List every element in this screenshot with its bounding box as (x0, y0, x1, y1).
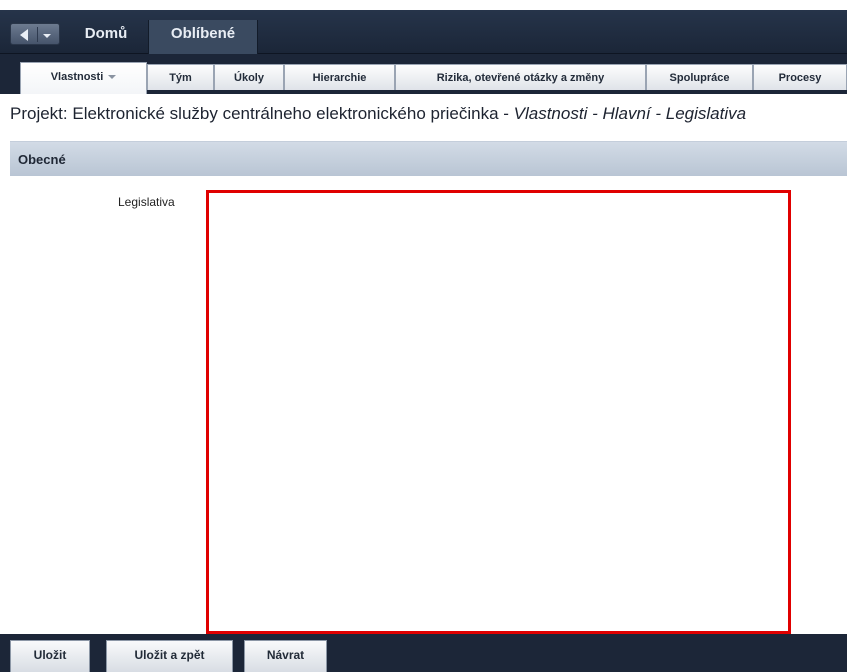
top-strip (0, 0, 847, 10)
save-button[interactable]: Uložit (10, 640, 90, 672)
tab-vlastnosti[interactable]: Vlastnosti (20, 62, 147, 94)
page-title: Projekt: Elektronické služby centrálneho… (10, 104, 847, 128)
back-button-bottom[interactable]: Návrat (244, 640, 327, 672)
page-title-prefix: Projekt: Elektronické služby centrálneho… (10, 104, 514, 123)
legislativa-label: Legislativa (118, 195, 175, 209)
back-button-divider (37, 27, 38, 42)
tab-procesy[interactable]: Procesy (753, 64, 847, 90)
top-navigation-bar: Domů Oblíbené (0, 10, 847, 54)
back-button[interactable] (10, 23, 60, 45)
save-and-back-button[interactable]: Uložit a zpět (106, 640, 233, 672)
section-title: Obecné (18, 152, 66, 167)
tab-ukoly[interactable]: Úkoly (214, 64, 284, 90)
tab-hierarchie[interactable]: Hierarchie (284, 64, 395, 90)
tab-tym[interactable]: Tým (147, 64, 214, 90)
page-title-path: Vlastnosti - Hlavní - Legislativa (513, 104, 747, 123)
tab-label: Vlastnosti (50, 71, 104, 83)
legislativa-textarea[interactable] (206, 190, 791, 634)
tab-spoluprace[interactable]: Spolupráce (646, 64, 753, 90)
tab-rizika[interactable]: Rizika, otevřené otázky a změny (395, 64, 646, 90)
chevron-down-icon[interactable] (108, 75, 117, 80)
back-arrow-icon[interactable] (20, 29, 28, 41)
tab-bar: Vlastnosti Tým Úkoly Hierarchie Rizika, … (0, 54, 847, 94)
section-header-obecne[interactable]: Obecné (10, 141, 847, 176)
nav-favorites-link[interactable]: Oblíbené (148, 20, 258, 54)
bottom-toolbar: Uložit Uložit a zpět Návrat (0, 634, 847, 672)
chevron-down-icon[interactable] (43, 34, 51, 38)
nav-home-link[interactable]: Domů (64, 20, 148, 54)
